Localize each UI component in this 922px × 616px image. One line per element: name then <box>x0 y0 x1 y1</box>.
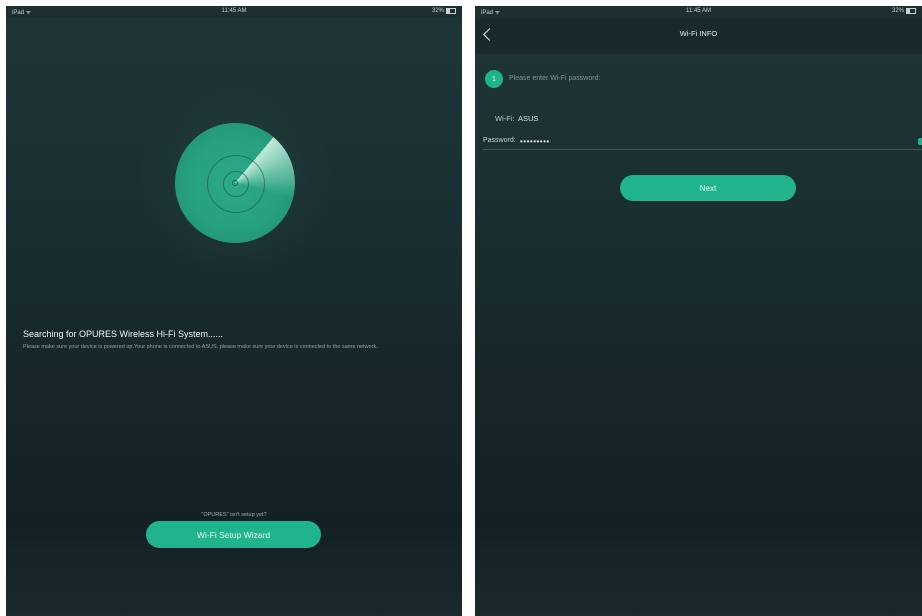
password-visibility-toggle[interactable] <box>918 138 922 145</box>
status-time: 11:45 AM <box>686 8 711 14</box>
battery-status: 32% <box>432 8 456 14</box>
next-button[interactable]: Next <box>620 175 796 201</box>
battery-icon <box>446 8 456 14</box>
wifi-setup-wizard-button[interactable]: Wi-Fi Setup Wizard <box>146 521 321 548</box>
radar-center-dot <box>232 180 238 186</box>
wifi-label: Wi-Fi: <box>495 114 515 123</box>
wifi-info-screen: iPad ᯤ 11:45 AM 32% Wi-Fi INFO 1 Please … <box>475 6 922 616</box>
password-row: Password: <box>483 134 922 150</box>
nav-bar: Wi-Fi INFO <box>475 18 922 54</box>
searching-screen: iPad ᯤ 11:45 AM 32% Searching for OPURES… <box>6 6 462 616</box>
password-label: Password: <box>483 137 516 144</box>
wifi-network-name: ASUS <box>518 114 539 123</box>
status-time: 11:45 AM <box>221 8 247 14</box>
page-title: Wi-Fi INFO <box>679 29 718 38</box>
password-field[interactable] <box>520 135 780 147</box>
chevron-left-icon[interactable] <box>483 28 496 41</box>
search-title: Searching for OPURES Wireless Hi-Fi Syst… <box>23 329 224 339</box>
status-bar: iPad ᯤ 11:45 AM 32% <box>6 6 462 18</box>
search-description: Please make sure your device is powered … <box>23 344 378 350</box>
radar-icon <box>175 123 295 243</box>
status-bar: iPad ᯤ 11:45 AM 32% <box>475 6 922 18</box>
step-instruction: Please enter Wi-Fi password: <box>509 75 601 82</box>
step-number-badge: 1 <box>485 70 503 88</box>
battery-icon <box>906 8 916 14</box>
battery-percent: 32% <box>431 8 444 14</box>
radar-animation <box>135 83 335 283</box>
battery-percent: 32% <box>891 8 904 14</box>
divider <box>483 149 922 150</box>
battery-status: 32% <box>892 8 916 14</box>
not-setup-hint: "OPURES" isn't setup yet? <box>201 512 267 518</box>
